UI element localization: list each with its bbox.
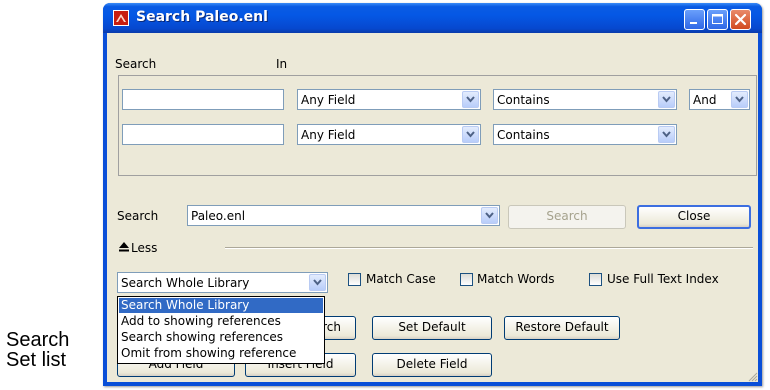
match-case-checkbox[interactable] [348,273,361,286]
full-text-index-label[interactable]: Use Full Text Index [607,272,719,286]
close-button[interactable]: Close [637,205,751,229]
full-text-index-checkbox[interactable] [589,273,602,286]
search-scope-value: Search Whole Library [121,276,250,290]
title-bar[interactable]: Search Paleo.enl [103,3,762,33]
bool-select-1[interactable]: And [689,89,750,110]
window-title: Search Paleo.enl [136,9,268,25]
search-button[interactable]: Search [508,205,626,229]
match-case-label[interactable]: Match Case [366,272,436,286]
operator-select-2[interactable]: Contains [493,124,677,145]
operator-select-2-value: Contains [497,128,550,142]
search-scope-dropdown-list: Search Whole Library Add to showing refe… [117,296,325,364]
scope-option[interactable]: Search Whole Library [119,298,323,313]
endnote-app-icon [113,10,129,26]
scope-option[interactable]: Add to showing references [119,314,323,329]
close-window-button[interactable] [730,9,751,30]
scope-option[interactable]: Search showing references [119,330,323,345]
operator-select-1-value: Contains [497,93,550,107]
callout-line-1: Search [6,329,70,351]
field-select-2-value: Any Field [301,128,356,142]
field-select-1[interactable]: Any Field [297,89,481,110]
chevron-down-icon[interactable] [658,126,675,143]
restore-default-button[interactable]: Restore Default [504,316,620,340]
chevron-down-icon[interactable] [658,91,675,108]
operator-select-1[interactable]: Contains [493,89,677,110]
bool-select-1-value: And [693,93,717,107]
options-divider [225,247,753,249]
search-scope-select[interactable]: Search Whole Library [117,272,328,293]
library-select[interactable]: Paleo.enl [187,205,500,226]
search-column-header: Search [115,57,157,71]
field-select-2[interactable]: Any Field [297,124,481,145]
chevron-down-icon[interactable] [309,274,326,291]
library-select-value: Paleo.enl [191,209,246,223]
search-in-label: Search [117,209,159,223]
less-label: Less [131,241,158,255]
chevron-down-icon[interactable] [481,207,498,224]
search-text-field-1[interactable] [122,89,284,110]
match-words-checkbox[interactable] [460,273,473,286]
field-select-1-value: Any Field [301,93,356,107]
search-text-field-2[interactable] [122,124,284,145]
callout-line-2: Set list [6,349,67,371]
chevron-down-icon[interactable] [462,126,479,143]
resize-grip-icon[interactable] [746,370,758,382]
maximize-button[interactable] [707,9,728,30]
delete-field-button[interactable]: Delete Field [372,353,492,377]
callout-label: Search Set list [6,330,69,370]
collapse-arrow-icon [118,241,130,256]
scope-option[interactable]: Omit from showing reference [119,346,323,361]
chevron-down-icon[interactable] [731,91,748,108]
set-default-button[interactable]: Set Default [372,316,492,340]
match-words-label[interactable]: Match Words [477,272,555,286]
in-column-header: In [276,57,288,71]
chevron-down-icon[interactable] [462,91,479,108]
minimize-button[interactable] [684,9,705,30]
